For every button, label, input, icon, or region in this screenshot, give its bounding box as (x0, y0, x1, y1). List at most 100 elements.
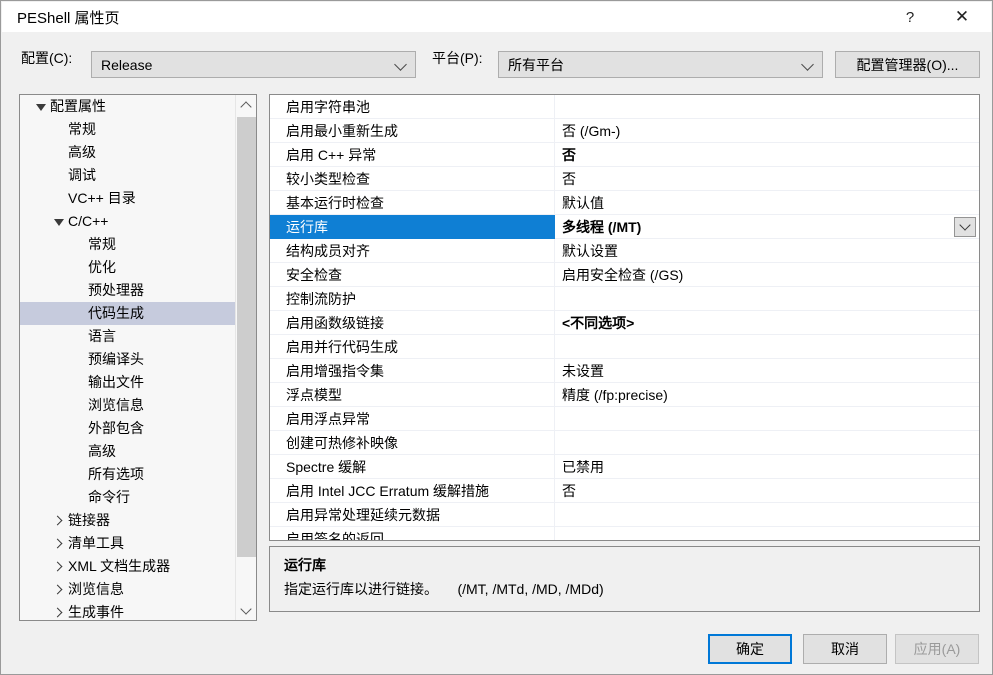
tree-item-18[interactable]: 链接器 (20, 509, 235, 532)
property-value[interactable]: 精度 (/fp:precise) (555, 383, 979, 407)
cancel-button[interactable]: 取消 (803, 634, 887, 664)
property-tree-list[interactable]: 配置属性 常规 高级 调试 VC++ 目录 C/C++ 常规 优化 预处理器 代码生成 语言 预编译头… (20, 95, 235, 620)
dialog-window: PEShell 属性页 ? ✕ 配置(C): 平台(P): Release 所有… (0, 0, 993, 675)
property-row[interactable]: 启用签名的返回 (270, 526, 979, 541)
tree-item-17[interactable]: 命令行 (20, 486, 235, 509)
property-value[interactable]: 启用安全检查 (/GS) (555, 263, 979, 287)
tree-item-label: 代码生成 (88, 305, 144, 321)
property-name: 启用签名的返回 (270, 526, 555, 540)
property-value[interactable] (555, 431, 979, 455)
property-row[interactable]: 结构成员对齐 默认设置 (270, 238, 979, 263)
tree-item-21[interactable]: 浏览信息 (20, 578, 235, 601)
property-value[interactable]: 否 (555, 143, 979, 167)
tree-item-11[interactable]: 预编译头 (20, 348, 235, 371)
property-row[interactable]: 启用并行代码生成 (270, 334, 979, 359)
property-row[interactable]: 启用 Intel JCC Erratum 缓解措施否 (270, 478, 979, 503)
property-name: 启用 Intel JCC Erratum 缓解措施 (270, 478, 555, 503)
property-name: 安全检查 (270, 262, 555, 287)
property-value[interactable] (555, 527, 979, 541)
tree-scrollbar[interactable] (235, 95, 256, 620)
window-title: PEShell 属性页 (17, 10, 120, 27)
property-row[interactable]: 启用浮点异常 (270, 406, 979, 431)
property-value[interactable]: <不同选项> (555, 311, 979, 335)
tree-item-label: 预编译头 (88, 351, 144, 367)
tree-item-15[interactable]: 高级 (20, 440, 235, 463)
chevron-up-icon[interactable] (236, 95, 256, 115)
tree-item-0[interactable]: 配置属性 (20, 95, 235, 118)
property-row[interactable]: 启用字符串池 (270, 95, 979, 119)
tree-item-10[interactable]: 语言 (20, 325, 235, 348)
property-value-dropdown-button[interactable] (954, 217, 976, 237)
platform-combobox[interactable]: 所有平台 (498, 51, 823, 78)
tree-item-13[interactable]: 浏览信息 (20, 394, 235, 417)
property-row-selected[interactable]: 运行库 多线程 (/MT) (270, 214, 979, 239)
property-row[interactable]: 浮点模型 精度 (/fp:precise) (270, 382, 979, 407)
property-value[interactable]: 未设置 (555, 359, 979, 383)
property-value[interactable] (555, 335, 979, 359)
property-row[interactable]: 启用最小重新生成否 (/Gm-) (270, 118, 979, 143)
property-grid[interactable]: 启用字符串池 启用最小重新生成否 (/Gm-) 启用 C++ 异常否较小类型检查否基… (269, 94, 980, 541)
property-name: 运行库 (270, 214, 555, 239)
tree-item-label: XML 文档生成器 (68, 558, 171, 574)
property-row[interactable]: 控制流防护 (270, 286, 979, 311)
tree-item-2[interactable]: 高级 (20, 141, 235, 164)
property-row[interactable]: 创建可热修补映像 (270, 430, 979, 455)
ok-button[interactable]: 确定 (708, 634, 792, 664)
configuration-label: 配置(C): (21, 50, 73, 66)
property-value[interactable] (555, 95, 979, 119)
description-panel: 运行库 指定运行库以进行链接。 (/MT, /MTd, /MD, /MDd) (269, 546, 980, 612)
tree-item-7[interactable]: 优化 (20, 256, 235, 279)
tree-item-14[interactable]: 外部包含 (20, 417, 235, 440)
property-row[interactable]: 较小类型检查否 (270, 166, 979, 191)
tree-item-5[interactable]: C/C++ (20, 210, 235, 233)
platform-label: 平台(P): (432, 50, 483, 66)
scrollbar-thumb[interactable] (237, 117, 256, 557)
tree-item-label: C/C++ (68, 213, 109, 229)
property-value[interactable]: 默认值 (555, 191, 979, 215)
property-name: 启用并行代码生成 (270, 334, 555, 359)
property-value[interactable]: 否 (555, 479, 979, 503)
tree-item-22[interactable]: 生成事件 (20, 601, 235, 620)
property-value[interactable] (555, 503, 979, 527)
property-value[interactable] (555, 287, 979, 311)
property-value[interactable]: 已禁用 (555, 455, 979, 479)
tree-item-3[interactable]: 调试 (20, 164, 235, 187)
close-icon[interactable]: ✕ (939, 2, 985, 32)
tree-item-1[interactable]: 常规 (20, 118, 235, 141)
property-row[interactable]: Spectre 缓解 已禁用 (270, 454, 979, 479)
property-name: 创建可热修补映像 (270, 430, 555, 455)
property-row[interactable]: 启用增强指令集 未设置 (270, 358, 979, 383)
title-bar: PEShell 属性页 ? ✕ (2, 2, 991, 32)
property-value[interactable]: 默认设置 (555, 239, 979, 263)
property-name: 启用最小重新生成 (270, 118, 555, 143)
tree-item-label: 调试 (68, 167, 96, 183)
tree-item-4[interactable]: VC++ 目录 (20, 187, 235, 210)
tree-item-8[interactable]: 预处理器 (20, 279, 235, 302)
property-row[interactable]: 启用函数级链接 <不同选项> (270, 310, 979, 335)
property-value[interactable]: 否 (555, 167, 979, 191)
configuration-manager-button[interactable]: 配置管理器(O)... (835, 51, 980, 78)
tree-item-label: 链接器 (68, 512, 110, 528)
property-row[interactable]: 安全检查 启用安全检查 (/GS) (270, 262, 979, 287)
property-value[interactable] (555, 407, 979, 431)
property-row[interactable]: 启用异常处理延续元数据 (270, 502, 979, 527)
tree-item-16[interactable]: 所有选项 (20, 463, 235, 486)
tree-item-label: VC++ 目录 (68, 190, 136, 206)
configuration-value: Release (101, 56, 153, 73)
property-row[interactable]: 基本运行时检查 默认值 (270, 190, 979, 215)
tree-item-20[interactable]: XML 文档生成器 (20, 555, 235, 578)
property-value[interactable]: 否 (/Gm-) (555, 119, 979, 143)
chevron-down-icon[interactable] (236, 600, 256, 620)
tree-item-6[interactable]: 常规 (20, 233, 235, 256)
property-row[interactable]: 启用 C++ 异常否 (270, 142, 979, 167)
tree-item-label: 预处理器 (88, 282, 144, 298)
apply-button: 应用(A) (895, 634, 979, 664)
tree-item-19[interactable]: 清单工具 (20, 532, 235, 555)
tree-item-9[interactable]: 代码生成 (20, 302, 235, 325)
tree-item-label: 高级 (68, 144, 96, 160)
tree-item-label: 浏览信息 (68, 581, 124, 597)
property-value[interactable]: 多线程 (/MT) (555, 215, 979, 239)
help-icon[interactable]: ? (887, 2, 933, 32)
tree-item-12[interactable]: 输出文件 (20, 371, 235, 394)
configuration-combobox[interactable]: Release (91, 51, 416, 78)
